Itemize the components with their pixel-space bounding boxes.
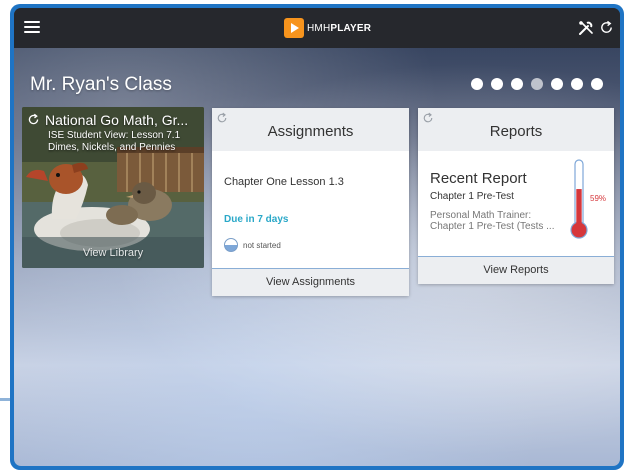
brand: HMHPLAYER xyxy=(284,18,371,38)
page-dot[interactable] xyxy=(571,78,583,90)
assignment-due-date: Due in 7 days xyxy=(224,214,289,225)
assignment-lesson[interactable]: Chapter One Lesson 1.3 xyxy=(224,176,344,188)
status-progress-icon xyxy=(224,238,238,252)
assignments-title: Assignments xyxy=(267,123,354,140)
assignments-header: Assignments xyxy=(212,108,409,151)
brand-prefix: HMH xyxy=(307,22,331,34)
view-library-link[interactable]: View Library xyxy=(22,247,204,259)
page-indicator[interactable] xyxy=(471,78,603,90)
page-dot[interactable] xyxy=(551,78,563,90)
library-subtitle-line: ISE Student View: Lesson 7.1 xyxy=(48,130,181,141)
reports-title: Reports xyxy=(489,123,543,140)
brand-text: HMHPLAYER xyxy=(307,23,371,34)
page-dot[interactable] xyxy=(511,78,523,90)
page-dot[interactable] xyxy=(531,78,543,90)
score-percent: 59% xyxy=(590,194,607,203)
assignments-card: Assignments Chapter One Lesson 1.3 Due i… xyxy=(212,108,409,296)
thermometer-fill xyxy=(576,189,582,228)
assignment-status: not started xyxy=(224,238,281,252)
report-detail: Personal Math Trainer: Chapter 1 Pre-Tes… xyxy=(430,210,568,232)
score-thermometer-icon xyxy=(570,159,588,239)
class-title: Mr. Ryan's Class xyxy=(30,74,172,95)
play-logo-icon xyxy=(284,18,304,38)
report-detail-line: Chapter 1 Pre-Test (Tests ... xyxy=(430,221,555,232)
page-dot[interactable] xyxy=(471,78,483,90)
view-reports-button[interactable]: View Reports xyxy=(418,256,614,284)
app-screen: HMHPLAYER Mr. Ryan's Class National Go M… xyxy=(14,8,620,466)
page-dot[interactable] xyxy=(491,78,503,90)
library-subtitle-line: Dimes, Nickels, and Pennies xyxy=(48,142,176,153)
library-refresh-icon[interactable] xyxy=(27,113,40,126)
hamburger-menu-icon[interactable] xyxy=(24,21,40,33)
refresh-icon[interactable] xyxy=(599,20,614,35)
tools-icon[interactable] xyxy=(578,20,594,36)
recent-report-heading: Recent Report xyxy=(430,170,527,187)
view-assignments-button[interactable]: View Assignments xyxy=(212,268,409,296)
library-subtitle: ISE Student View: Lesson 7.1 Dimes, Nick… xyxy=(48,130,204,154)
report-detail-line: Personal Math Trainer: xyxy=(430,210,532,221)
page-dot[interactable] xyxy=(591,78,603,90)
tablet-frame: HMHPLAYER Mr. Ryan's Class National Go M… xyxy=(10,4,624,470)
library-title: National Go Math, Gr... xyxy=(45,112,189,128)
reports-header: Reports xyxy=(418,108,614,151)
library-card[interactable]: National Go Math, Gr... ISE Student View… xyxy=(22,107,204,268)
report-test-name[interactable]: Chapter 1 Pre-Test xyxy=(430,191,514,202)
assignment-status-label: not started xyxy=(243,240,281,250)
brand-name: PLAYER xyxy=(330,22,372,34)
top-bar: HMHPLAYER xyxy=(14,8,620,48)
reports-card: Reports Recent Report Chapter 1 Pre-Test… xyxy=(418,108,614,284)
